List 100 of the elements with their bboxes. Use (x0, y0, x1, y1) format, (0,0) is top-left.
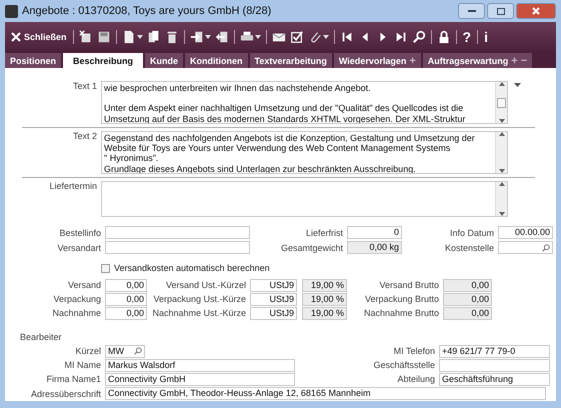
input-field[interactable]: +49 621/7 77 79-0 (439, 344, 550, 358)
input-field[interactable]: Markus Walsdorf (105, 358, 295, 372)
checkbox[interactable] (101, 264, 110, 272)
input-field[interactable]: Connectivity GmbH (105, 372, 295, 386)
search-icon[interactable] (412, 30, 426, 44)
scroll-up-icon[interactable] (498, 182, 504, 186)
field-label: Verpackung Brutto (364, 294, 440, 304)
caret-icon[interactable] (254, 35, 261, 39)
field-label: Versand Ust.-Kürzel (164, 280, 247, 290)
input-field[interactable]: 0,00 (443, 306, 492, 320)
tab[interactable]: Textverarbeitung (250, 53, 332, 68)
checkbox-label: Versandkosten automatisch berechnen (114, 263, 270, 273)
input-field[interactable]: 0,00 (105, 306, 147, 320)
input-field[interactable] (439, 358, 550, 372)
input-field[interactable]: UStJ9 (250, 278, 297, 292)
field-label: Liefertermin (48, 181, 98, 191)
lock-icon[interactable] (436, 30, 451, 44)
field-label: Bestellinfo (58, 228, 102, 238)
scrollbar[interactable] (495, 132, 507, 173)
save-icon[interactable] (96, 30, 111, 44)
lookup-field[interactable]: MW (105, 344, 145, 358)
lookup-field[interactable] (498, 241, 553, 254)
field-label: MI Telefon (392, 346, 436, 356)
input-field[interactable]: 19,00 % (302, 278, 347, 292)
caret-icon[interactable] (322, 35, 329, 39)
field-label: Lieferfrist (304, 228, 344, 238)
tab-action[interactable]: + (511, 54, 518, 66)
checkbox-icon[interactable] (290, 30, 304, 44)
help-button[interactable]: ? (460, 29, 474, 45)
info-button[interactable]: i (482, 29, 490, 45)
last-record-icon[interactable] (394, 30, 408, 44)
input-field[interactable]: Connectivity GmbH, Theodor-Heuss-Anlage 12, 68165 Mannheim (105, 387, 546, 400)
maximize-icon[interactable] (496, 8, 504, 14)
scroll-down-icon[interactable] (498, 119, 504, 123)
window-title: Angebote : 01370208, Toys are yours GmbH (8/28) (22, 5, 272, 17)
tab[interactable]: Konditionen (185, 53, 248, 68)
field-label: Kostenstelle (444, 242, 495, 252)
scroll-up-icon[interactable] (498, 132, 504, 136)
tab[interactable]: Kunde (145, 53, 184, 68)
scroll-down-icon[interactable] (498, 212, 504, 216)
close-button[interactable] (516, 3, 556, 19)
section-heading: Bearbeiter (19, 331, 63, 342)
input-field[interactable]: 0,00 (105, 292, 147, 306)
input-field[interactable]: 00.00.00 (498, 226, 553, 239)
field-label: MI Name (63, 360, 102, 370)
input-field[interactable]: 19,00 % (302, 306, 347, 320)
input-field[interactable]: 19,00 % (302, 292, 347, 306)
scroll-up-icon[interactable] (498, 82, 504, 86)
close-button[interactable]: Schließen (9, 32, 69, 42)
input-field[interactable]: 0,00 (105, 278, 147, 292)
field-label: Geschäftsstelle (372, 360, 436, 370)
field-label: Text 1 (72, 81, 98, 91)
dropdown-caret-icon[interactable] (514, 83, 521, 88)
tab[interactable]: Wiedervorlagen + (334, 53, 421, 68)
text-area[interactable]: Gegenstand des nachfolgenden Angebots ist die Konzeption, Gestaltung und Umsetzung der Website für Toys are Yours unter Verwendung des Web Content Management Systems " Hyronimus". Grundlage dieses Angebots sind Unterlagen zur beschränkten Ausschreibung. (101, 131, 508, 174)
field-label: Verpackung Ust.-Kürze (152, 294, 247, 304)
close-icon[interactable] (11, 32, 21, 42)
tab[interactable]: Positionen (5, 53, 62, 68)
trash-icon[interactable] (164, 30, 179, 44)
field-label: Adressüberschrift (30, 388, 102, 398)
minimize-button[interactable] (458, 3, 485, 19)
tab-action[interactable]: − (520, 54, 528, 66)
input-field[interactable]: 0,00 (443, 278, 492, 292)
field-label: Firma Name1 (45, 374, 102, 384)
scroll-down-icon[interactable] (498, 169, 504, 173)
tab[interactable]: Auftragserwartung + − (422, 53, 532, 68)
document-icon[interactable] (122, 30, 136, 44)
input-field[interactable]: UStJ9 (250, 292, 297, 306)
field-label: Nachnahme Ust.-Kürze (151, 308, 247, 318)
caret-icon[interactable] (204, 35, 211, 39)
input-field[interactable]: 0 (347, 226, 402, 239)
envelope-icon[interactable] (272, 30, 286, 44)
input-field[interactable]: Geschäftsführung (439, 372, 550, 386)
input-field[interactable] (105, 226, 250, 239)
input-field[interactable]: UStJ9 (250, 306, 297, 320)
field-label: Versand (66, 280, 102, 290)
field-label: Text 2 (72, 131, 98, 141)
caret-icon[interactable] (136, 35, 143, 39)
input-field[interactable] (105, 241, 250, 254)
tab[interactable]: Beschreibung (63, 53, 144, 68)
tab-action[interactable]: + (409, 54, 416, 66)
field-label: Info Datum (448, 228, 495, 238)
field-label: Nachnahme Brutto (362, 308, 440, 318)
field-label: Versand Brutto (378, 280, 440, 290)
input-field[interactable]: 0,00 (443, 292, 492, 306)
field-label: Nachnahme (51, 308, 102, 318)
minimize-icon[interactable] (468, 10, 476, 12)
field-label: Versandart (56, 242, 102, 252)
field-label: Verpackung (52, 294, 102, 304)
export-icon[interactable] (214, 30, 229, 44)
maximize-button[interactable] (487, 3, 514, 19)
scrollbar[interactable] (495, 182, 507, 216)
field-label: Abteilung (396, 374, 436, 384)
copy-icon[interactable] (146, 30, 161, 44)
import-icon[interactable] (190, 30, 204, 44)
delete-record-icon[interactable] (78, 30, 93, 44)
first-record-icon[interactable] (340, 30, 354, 44)
scrollbar[interactable] (495, 82, 507, 123)
app-icon (5, 4, 18, 18)
text-area[interactable]: wie besprochen unterbreiten wir Ihnen das nachstehende Angebot. Unter dem Aspekt einer nachhaltigen Umsetzung und der "Qualität" des Quellcodes ist die Umsetzung auf der Basis des modernen Standards XHTML vorgesehen. Der XML-Struktur (101, 81, 508, 124)
